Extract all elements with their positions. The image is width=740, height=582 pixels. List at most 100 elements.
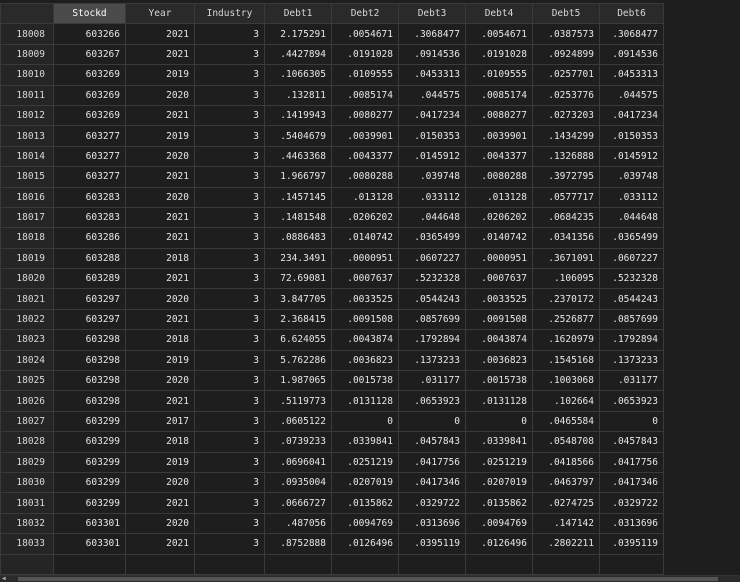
table-cell[interactable]: 603266 [53,23,126,45]
table-cell[interactable]: .0206202 [465,206,533,229]
table-cell[interactable]: .0417346 [599,471,664,494]
table-cell[interactable]: .1419943 [264,104,332,127]
table-cell[interactable]: 2021 [125,390,195,412]
table-cell[interactable]: 603269 [53,64,126,86]
table-cell[interactable]: .0465584 [532,410,600,433]
table-cell[interactable]: .0206202 [331,206,399,229]
table-cell[interactable]: .0015738 [331,370,399,392]
table-cell[interactable]: .0417756 [398,451,466,473]
table-cell[interactable]: .0043874 [465,329,533,351]
table-cell[interactable]: 3 [194,186,265,208]
table-cell[interactable]: .0145912 [398,145,466,168]
table-cell[interactable]: .0274725 [532,492,600,514]
table-cell[interactable]: .0857699 [599,308,664,331]
table-row[interactable]: 18019 603288 2018 3 234.3491.0000951.0607227… [0,247,664,270]
table-cell[interactable]: .0015738 [465,370,533,392]
row-number[interactable]: 18012 [0,104,54,127]
table-cell[interactable]: 3.847705 [264,288,332,310]
table-cell[interactable]: .0924899 [532,43,600,66]
table-cell[interactable]: .0135862 [331,492,399,514]
row-number[interactable]: 18026 [0,390,54,412]
table-cell[interactable]: .1066305 [264,64,332,86]
table-cell[interactable] [331,553,399,575]
table-cell[interactable]: .044648 [398,206,466,229]
table-cell[interactable]: 603299 [53,492,126,514]
table-cell[interactable]: .2802211 [532,533,600,555]
table-cell[interactable]: 3 [194,431,265,453]
table-row[interactable]: 18008 603266 2021 3 2.175291.0054671.3068477… [0,23,664,45]
table-cell[interactable]: .1792894 [398,329,466,351]
table-cell[interactable]: .3972795 [532,166,600,188]
table-cell[interactable]: .0739233 [264,431,332,453]
table-cell[interactable]: .0131128 [465,390,533,412]
table-cell[interactable]: 3 [194,104,265,127]
table-cell[interactable] [53,553,126,575]
table-cell[interactable]: .487056 [264,512,332,535]
row-number[interactable]: 18029 [0,451,54,473]
table-cell[interactable]: 2021 [125,166,195,188]
table-cell[interactable]: .0696041 [264,451,332,473]
table-cell[interactable]: 603298 [53,329,126,351]
table-cell[interactable]: 1.966797 [264,166,332,188]
table-cell[interactable]: .0544243 [599,288,664,310]
table-cell[interactable]: 2021 [125,206,195,229]
row-number[interactable]: 18011 [0,84,54,106]
table-cell[interactable]: .0126496 [465,533,533,555]
table-cell[interactable]: .0914536 [398,43,466,66]
table-cell[interactable]: 2020 [125,288,195,310]
table-cell[interactable]: .2370172 [532,288,600,310]
row-number[interactable]: 18033 [0,533,54,555]
table-cell[interactable]: 2.368415 [264,308,332,331]
table-cell[interactable]: .0033525 [331,288,399,310]
table-cell[interactable]: .0036823 [465,349,533,372]
table-row[interactable]: 18033 603301 2021 3.8752888.0126496.0395119… [0,533,664,555]
table-cell[interactable]: .0140742 [331,227,399,249]
table-cell[interactable]: .0935004 [264,471,332,494]
table-cell[interactable]: .0607227 [398,247,466,270]
table-row[interactable]: 18029 603299 2019 3.0696041.0251219.0417756… [0,451,664,473]
table-cell[interactable]: .0666727 [264,492,332,514]
table-cell[interactable]: .1545168 [532,349,600,372]
row-number[interactable]: 18032 [0,512,54,535]
table-cell[interactable]: .039748 [398,166,466,188]
table-cell[interactable]: 3 [194,288,265,310]
table-cell[interactable]: .031177 [599,370,664,392]
table-cell[interactable]: 2021 [125,533,195,555]
table-cell[interactable]: .0339841 [465,431,533,453]
table-row[interactable]: 18028 603299 2018 3.0739233.0339841.0457843… [0,431,664,453]
table-cell[interactable]: 3 [194,43,265,66]
table-cell[interactable]: 3 [194,308,265,331]
table-cell[interactable]: 2018 [125,329,195,351]
table-row[interactable]: 18010 603269 2019 3.1066305.0109555.0453313… [0,64,664,86]
table-cell[interactable]: 2021 [125,492,195,514]
row-number[interactable]: 18010 [0,64,54,86]
table-cell[interactable]: .1373233 [398,349,466,372]
table-cell[interactable]: 2020 [125,145,195,168]
table-cell[interactable]: .0607227 [599,247,664,270]
table-cell[interactable]: .0039901 [331,125,399,147]
table-cell[interactable]: .0091508 [331,308,399,331]
table-row[interactable]: 18027 603299 2017 3.0605122 0 0 0.0465584 0 [0,410,664,433]
table-cell[interactable]: .5119773 [264,390,332,412]
table-cell[interactable]: .0417234 [398,104,466,127]
table-cell[interactable]: .0313696 [599,512,664,535]
table-cell[interactable]: .0000951 [465,247,533,270]
table-cell[interactable]: 603286 [53,227,126,249]
table-cell[interactable] [532,553,600,575]
row-number[interactable]: 18030 [0,471,54,494]
table-cell[interactable]: .0251219 [331,451,399,473]
column-header[interactable]: Debt1 [264,2,332,25]
table-cell[interactable]: .147142 [532,512,600,535]
table-cell[interactable]: .0039901 [465,125,533,147]
table-row[interactable]: 18024 603298 2019 3 5.762286.0036823.1373233… [0,349,664,372]
column-header[interactable]: Debt2 [331,2,399,25]
table-cell[interactable]: .0207019 [331,471,399,494]
table-cell[interactable]: .0094769 [465,512,533,535]
table-cell[interactable]: .1434299 [532,125,600,147]
table-row[interactable]: 18014 603277 2020 3.4463368.0043377.0145912… [0,145,664,168]
table-cell[interactable]: .106095 [532,268,600,290]
table-cell[interactable]: .0191028 [465,43,533,66]
table-cell[interactable]: .0043874 [331,329,399,351]
horizontal-scrollbar[interactable]: ◀ [0,575,740,582]
scrollbar-thumb[interactable] [18,577,718,581]
